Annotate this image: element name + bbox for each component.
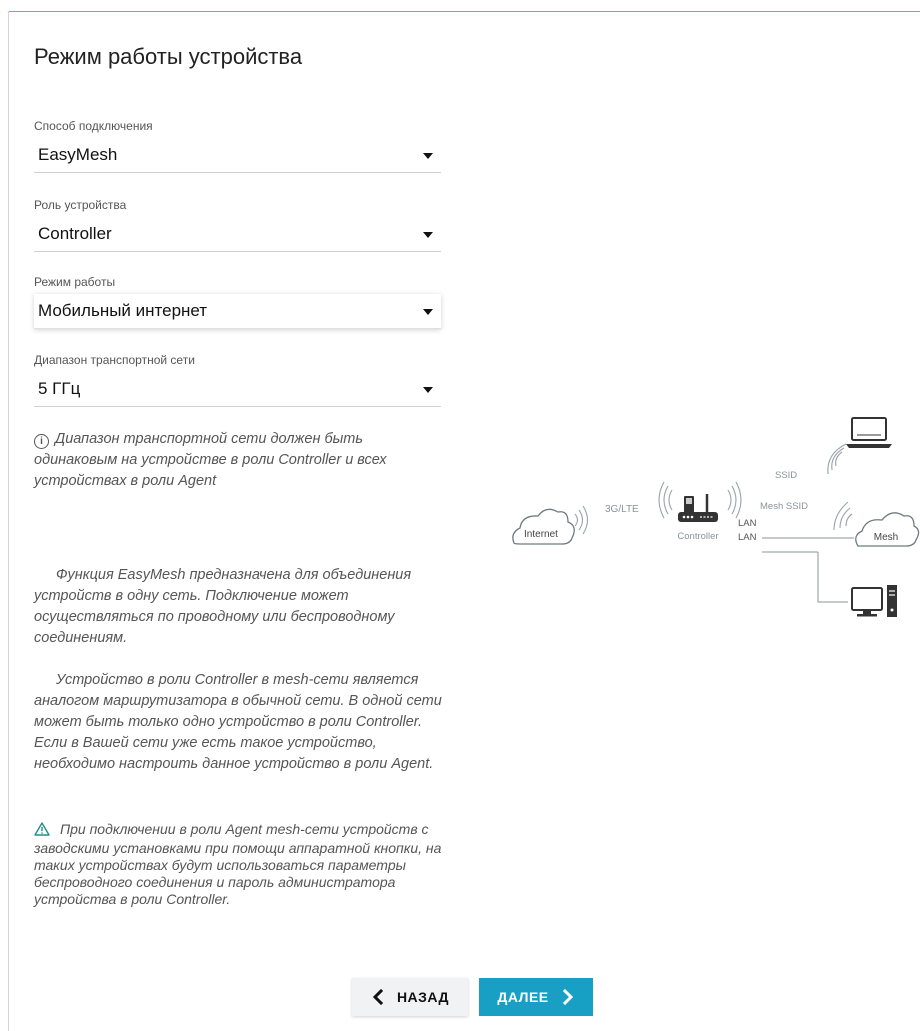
agent-warning-text: При подключении в роли Agent mesh-сети у… [34,821,442,907]
network-diagram: Internet 3G/LTE Controller SSID Mesh SSI… [512,417,920,617]
back-button[interactable]: НАЗАД [352,978,468,1016]
internet-cloud-icon: Internet [512,508,575,545]
backhaul-band-field: Диапазон транспортной сети 5 ГГц [34,352,441,407]
next-button[interactable]: ДАЛЕЕ [479,978,593,1016]
info-icon: i [34,434,49,449]
device-role-label: Роль устройства [34,198,127,212]
chevron-down-icon [423,387,433,393]
top-border [8,11,920,12]
chevron-right-icon [562,989,573,1005]
agent-warning-note: При подключении в роли Agent mesh-сети у… [34,821,464,908]
work-mode-select[interactable]: Мобильный интернет [34,294,441,329]
chevron-left-icon [372,989,384,1005]
laptop-signal-icon [827,443,847,475]
mesh-signal-icon [833,501,853,531]
internet-label: Internet [524,529,558,540]
backhaul-band-value: 5 ГГц [38,379,81,398]
lan-label-2: LAN [738,532,757,543]
laptop-icon [846,417,892,448]
mesh-cloud-icon: Mesh [855,512,920,547]
connection-method-value: EasyMesh [38,145,118,164]
back-button-label: НАЗАД [396,989,450,1005]
chevron-down-icon [423,232,433,238]
work-mode-label: Режим работы [34,275,116,289]
lan-label-1: LAN [738,518,757,529]
description-paragraph-1: Функция EasyMesh предназначена для объед… [34,567,412,646]
page-title: Режим работы устройства [34,44,303,69]
internet-signal-icon [574,505,589,535]
chevron-down-icon [423,153,433,159]
band-info-text: Диапазон транспортной сети должен быть о… [34,431,387,489]
left-border [8,11,9,1031]
connection-method-label: Способ подключения [34,119,153,133]
desktop-pc-icon [851,585,897,617]
uplink-label: 3G/LTE [605,504,639,515]
router-icon [658,481,742,522]
connection-method-select[interactable]: EasyMesh [34,138,441,173]
device-role-select[interactable]: Controller [34,217,441,252]
next-button-label: ДАЛЕЕ [497,989,549,1005]
mesh-ssid-label: Mesh SSID [760,501,808,512]
work-mode-field: Режим работы Мобильный интернет [34,274,441,329]
controller-label: Controller [677,531,718,542]
connection-method-field: Способ подключения EasyMesh [34,118,441,173]
band-info-note: i Диапазон транспортной сети должен быть … [34,429,449,492]
chevron-down-icon [423,309,433,315]
wizard-page: Режим работы устройства Способ подключен… [0,0,920,1031]
mesh-label: Mesh [874,532,898,543]
ssid-label: SSID [775,470,797,481]
description-paragraph-2: Устройство в роли Controller в mesh-сети… [34,672,442,772]
device-role-field: Роль устройства Controller [34,197,441,252]
backhaul-band-select[interactable]: 5 ГГц [34,372,441,407]
device-role-value: Controller [38,224,112,243]
work-mode-value: Мобильный интернет [38,301,208,320]
warning-icon [34,822,50,840]
backhaul-band-label: Диапазон транспортной сети [34,353,195,367]
